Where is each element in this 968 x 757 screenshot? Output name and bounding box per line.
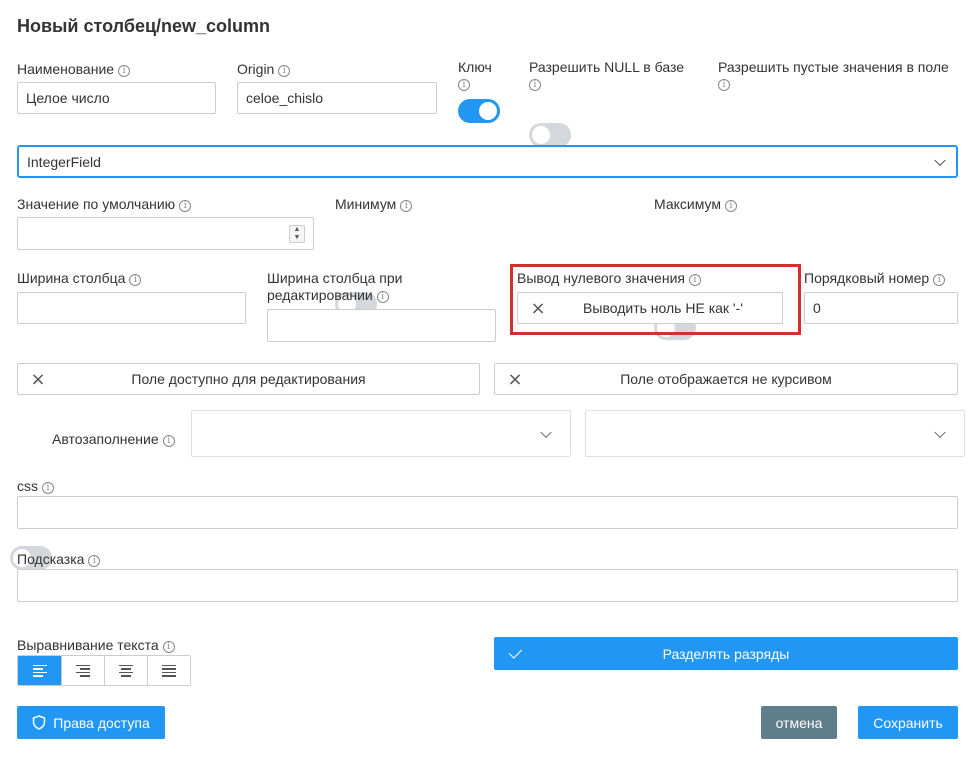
css-input[interactable] xyxy=(17,496,958,529)
access-rights-button[interactable]: Права доступа xyxy=(17,706,165,739)
chevron-down-icon xyxy=(934,426,946,438)
allow-empty-label: Разрешить пустые значения в поле xyxy=(718,59,949,75)
toggle-knob xyxy=(532,126,550,144)
field-type-value: IntegerField xyxy=(27,153,101,170)
align-left-button[interactable] xyxy=(18,656,61,685)
close-icon: × xyxy=(530,297,546,319)
align-right-icon xyxy=(76,664,90,677)
column-width-input[interactable] xyxy=(17,292,246,324)
hint-input[interactable] xyxy=(17,569,958,602)
align-center-icon xyxy=(119,664,133,677)
key-label: Ключ xyxy=(458,59,492,75)
info-icon[interactable]: i xyxy=(458,79,470,91)
info-icon[interactable]: i xyxy=(688,274,701,286)
autofill-source-select[interactable] xyxy=(191,410,571,457)
text-align-group xyxy=(17,655,191,686)
align-justify-button[interactable] xyxy=(147,656,190,685)
default-value-input[interactable]: ▲ ▼ xyxy=(17,217,314,250)
info-icon[interactable]: i xyxy=(376,291,389,303)
allow-null-toggle[interactable] xyxy=(529,123,571,147)
info-icon[interactable]: i xyxy=(278,65,291,77)
align-center-button[interactable] xyxy=(104,656,147,685)
origin-input[interactable]: celoe_chislo xyxy=(237,82,437,114)
minimum-label: Минимум i xyxy=(335,196,413,213)
column-width-label: Ширина столбца i xyxy=(17,270,142,287)
text-align-label: Выравнивание текста i xyxy=(17,637,175,654)
align-right-button[interactable] xyxy=(61,656,104,685)
editable-button[interactable]: × Поле доступно для редактирования xyxy=(17,363,480,395)
default-value-label: Значение по умолчанию i xyxy=(17,196,192,213)
italic-button[interactable]: × Поле отображается не курсивом xyxy=(494,363,958,395)
info-icon[interactable]: i xyxy=(42,482,54,494)
toggle-knob xyxy=(479,102,497,120)
shield-icon xyxy=(33,715,46,730)
column-width-edit-label-line1: Ширина столбца при xyxy=(267,270,403,286)
digit-separator-button[interactable]: Разделять разряды xyxy=(494,637,958,670)
info-icon[interactable]: i xyxy=(88,555,101,567)
info-icon[interactable]: i xyxy=(162,641,175,653)
allow-null-label: Разрешить NULL в базе xyxy=(529,59,685,75)
info-icon[interactable]: i xyxy=(179,200,192,212)
close-icon: × xyxy=(507,368,523,390)
align-justify-icon xyxy=(162,664,176,677)
align-left-icon xyxy=(32,664,47,677)
dialog-title: Новый столбец/new_column xyxy=(17,16,271,36)
name-input[interactable]: Целое число xyxy=(17,82,216,114)
zero-output-button[interactable]: × Выводить ноль НЕ как '-' xyxy=(517,292,783,324)
zero-output-label: Вывод нулевого значения i xyxy=(517,270,701,287)
order-number-input[interactable]: 0 xyxy=(804,292,958,324)
check-icon xyxy=(508,645,523,659)
column-width-edit-input[interactable] xyxy=(267,309,496,342)
field-type-select[interactable]: IntegerField xyxy=(17,145,958,178)
cancel-button[interactable]: отмена xyxy=(761,706,837,739)
chevron-down-icon xyxy=(934,154,946,166)
info-icon[interactable]: i xyxy=(933,274,946,286)
autofill-label: Автозаполнение i xyxy=(52,431,175,448)
key-toggle[interactable] xyxy=(458,99,500,123)
info-icon[interactable]: i xyxy=(529,79,541,91)
autofill-target-select[interactable] xyxy=(585,410,965,457)
order-number-label: Порядковый номер i xyxy=(804,270,946,287)
info-icon[interactable]: i xyxy=(718,79,730,91)
info-icon[interactable]: i xyxy=(400,200,413,212)
chevron-down-icon xyxy=(540,426,552,438)
hint-label: Подсказка i xyxy=(17,551,101,568)
close-icon: × xyxy=(30,368,46,390)
info-icon[interactable]: i xyxy=(129,274,142,286)
maximum-label: Максимум i xyxy=(654,196,737,213)
name-label: Наименование i xyxy=(17,61,131,78)
number-stepper[interactable]: ▲ ▼ xyxy=(289,225,305,243)
info-icon[interactable]: i xyxy=(118,65,131,77)
css-label: css i xyxy=(17,478,54,495)
info-icon[interactable]: i xyxy=(724,200,737,212)
save-button[interactable]: Сохранить xyxy=(858,706,958,739)
origin-label: Origin i xyxy=(237,61,291,78)
info-icon[interactable]: i xyxy=(162,435,175,447)
column-width-edit-label-line2: редактировании i xyxy=(267,287,389,304)
